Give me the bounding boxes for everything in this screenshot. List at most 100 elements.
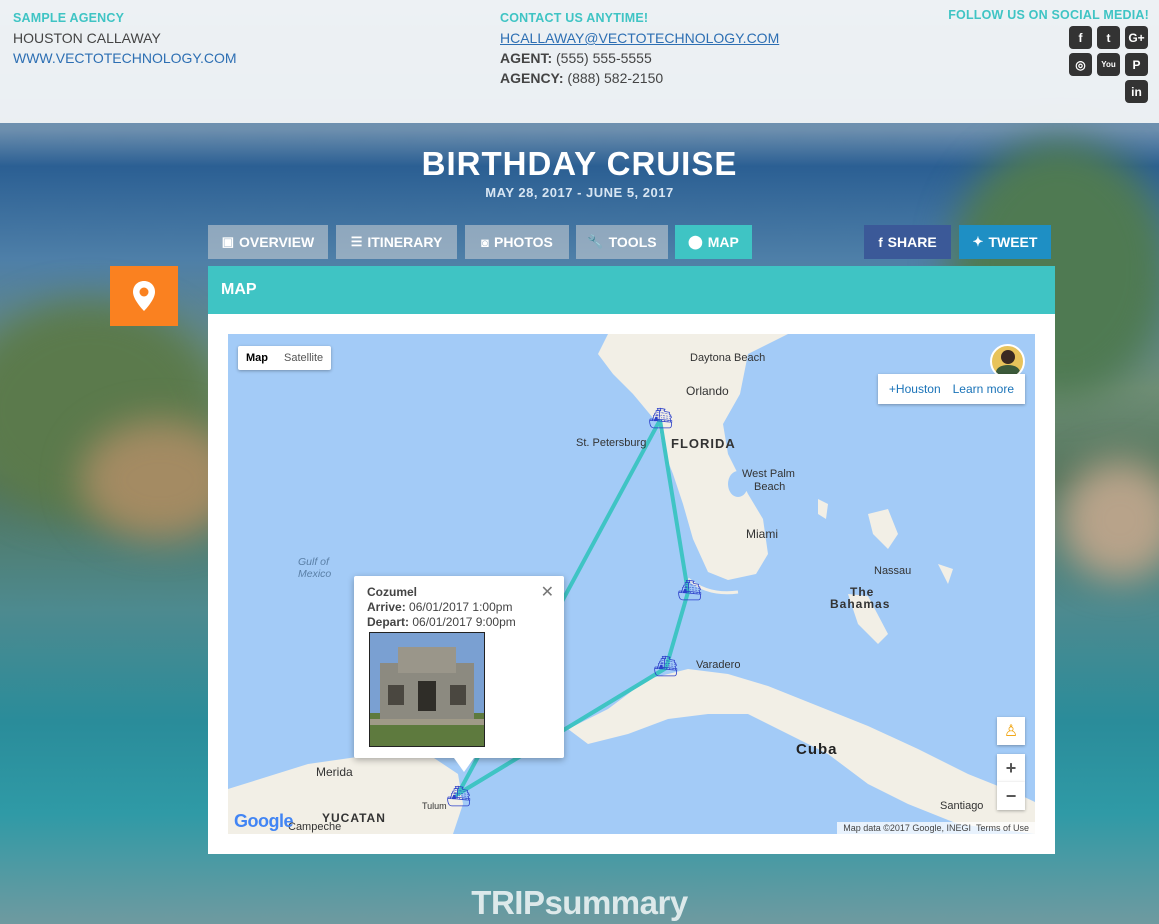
twitter-icon: ✦ [972,234,984,249]
ruins-image [370,633,484,746]
tab-overview-label: OVERVIEW [239,234,315,250]
label-campeche: Campeche [288,821,342,833]
email-link[interactable]: HCALLAWAY@VECTOTECHNOLOGY.COM [500,28,779,48]
map-marker-icon: ⬤ [688,234,703,249]
zoom-in-button[interactable]: + [997,754,1025,782]
agent-name: HOUSTON CALLAWAY [13,30,161,46]
trip-dates: MAY 28, 2017 - JUNE 5, 2017 [485,185,674,200]
label-miami: Miami [746,527,778,541]
ship-marker-cozumel[interactable]: ⛴ [446,784,471,809]
google-map[interactable]: ⛴ ⛴ ⛴ ⛴ Daytona Beach Orlando St. Peters… [228,334,1035,834]
map-attribution: Map data ©2017 Google, INEGI Terms of Us… [837,822,1035,834]
popup-depart-label: Depart: [367,615,410,629]
label-westpalm-2: Beach [754,481,786,493]
popup-arrive-value: 06/01/2017 1:00pm [409,600,513,614]
tab-itinerary-label: ITINERARY [367,234,443,250]
popup-title: Cozumel [367,585,418,599]
tweet-button[interactable]: ✦ TWEET [959,225,1051,259]
pinterest-icon[interactable]: P [1125,53,1148,76]
label-nassau: Nassau [874,565,912,577]
list-icon: ☰ [350,234,363,249]
tab-map-label: MAP [707,234,739,250]
ship-marker-havana[interactable]: ⛴ [653,654,678,679]
label-tulum: Tulum [422,801,447,811]
port-photo [369,632,485,747]
agency-phone[interactable]: (888) 582-2150 [567,70,663,86]
label-stpete: St. Petersburg [576,437,647,449]
florida-land [598,334,788,580]
google-plus-icon[interactable]: G+ [1125,26,1148,49]
bahamas-islands-3 [938,564,953,584]
agency-phone-row: AGENCY: (888) 582-2150 [500,68,779,88]
share-label: SHARE [887,234,937,250]
agency-info: SAMPLE AGENCY HOUSTON CALLAWAY WWW.VECTO… [13,8,237,68]
tweet-label: TWEET [988,234,1038,250]
panel-body: ⛴ ⛴ ⛴ ⛴ Daytona Beach Orlando St. Peters… [208,314,1055,854]
popup-tail [454,758,474,772]
popup-depart: Depart: 06/01/2017 9:00pm [367,615,516,629]
bahamas-islands [818,499,828,519]
background-hut-right [1060,460,1159,580]
tab-photos-label: PHOTOS [493,234,553,250]
info-window: Cozumel Arrive: 06/01/2017 1:00pm Depart… [354,576,564,772]
label-cuba: Cuba [796,741,838,758]
label-santiago-1: Santiago [940,800,984,812]
tab-photos[interactable]: ◙ PHOTOS [465,225,569,259]
linkedin-icon[interactable]: in [1125,80,1148,103]
facebook-icon[interactable]: f [1069,26,1092,49]
label-daytona: Daytona Beach [690,352,766,364]
ship-marker-tampa[interactable]: ⛴ [648,406,673,431]
trip-title: BIRTHDAY CRUISE [421,145,738,182]
tab-itinerary[interactable]: ☰ ITINERARY [336,225,457,259]
social-label: FOLLOW US ON SOCIAL MEDIA! [948,8,1149,22]
popup-depart-value: 06/01/2017 9:00pm [412,615,516,629]
share-button[interactable]: f SHARE [864,225,951,259]
social-icon-grid: f t G+ ◎ You P in [948,26,1149,103]
camera-icon: ◙ [481,234,489,250]
label-merida: Merida [316,765,353,779]
youtube-icon[interactable]: You [1097,53,1120,76]
panel-title: MAP [221,281,257,298]
agent-phone-row: AGENT: (555) 555-5555 [500,48,779,68]
map-pin-icon [133,281,155,311]
website-link[interactable]: WWW.VECTOTECHNOLOGY.COM [13,48,237,68]
zoom-out-button[interactable]: − [997,782,1025,810]
social-links: FOLLOW US ON SOCIAL MEDIA! f t G+ ◎ You … [948,8,1149,103]
gplus-learn-more[interactable]: Learn more [953,382,1014,396]
map-type-map[interactable]: Map [238,346,276,370]
label-westpalm-1: West Palm [742,468,795,480]
twitter-icon[interactable]: t [1097,26,1120,49]
instagram-icon[interactable]: ◎ [1069,53,1092,76]
gplus-name[interactable]: +Houston [889,382,941,396]
map-land [228,334,1035,834]
map-type-satellite[interactable]: Satellite [276,346,331,370]
terms-link[interactable]: Terms of Use [976,823,1029,833]
contact-info: CONTACT US ANYTIME! HCALLAWAY@VECTOTECHN… [500,8,779,88]
pegman-icon[interactable]: ♙ [997,717,1025,745]
google-logo: Google [234,811,294,832]
popup-arrive-label: Arrive: [367,600,406,614]
panel-header: MAP [208,266,1055,314]
contact-label: CONTACT US ANYTIME! [500,11,649,25]
label-orlando: Orlando [686,384,729,398]
facebook-icon: f [878,234,883,250]
footer-logo: TRIPsummary [471,884,688,921]
close-icon[interactable]: ✕ [541,582,554,602]
agent-phone[interactable]: (555) 555-5555 [556,50,652,66]
label-gulf-1: Gulf of [298,556,329,568]
agent-phone-label: AGENT: [500,50,553,66]
agency-phone-label: AGENCY: [500,70,564,86]
attribution-text: Map data ©2017 Google, INEGI [843,823,971,833]
label-bahamas-2: Bahamas [830,597,891,611]
tab-overview[interactable]: ▣ OVERVIEW [208,225,328,259]
agency-label: SAMPLE AGENCY [13,11,125,25]
ship-marker-sea[interactable]: ⛴ [677,578,702,603]
site-header: SAMPLE AGENCY HOUSTON CALLAWAY WWW.VECTO… [0,0,1159,123]
tab-tools-label: TOOLS [608,234,657,250]
tab-map[interactable]: ⬤ MAP [675,225,752,259]
popup-arrive: Arrive: 06/01/2017 1:00pm [367,600,512,614]
tab-tools[interactable]: 🔧 TOOLS [576,225,668,259]
briefcase-icon: ▣ [221,234,235,249]
label-florida: FLORIDA [671,436,736,451]
map-type-control: Map Satellite [238,346,332,370]
